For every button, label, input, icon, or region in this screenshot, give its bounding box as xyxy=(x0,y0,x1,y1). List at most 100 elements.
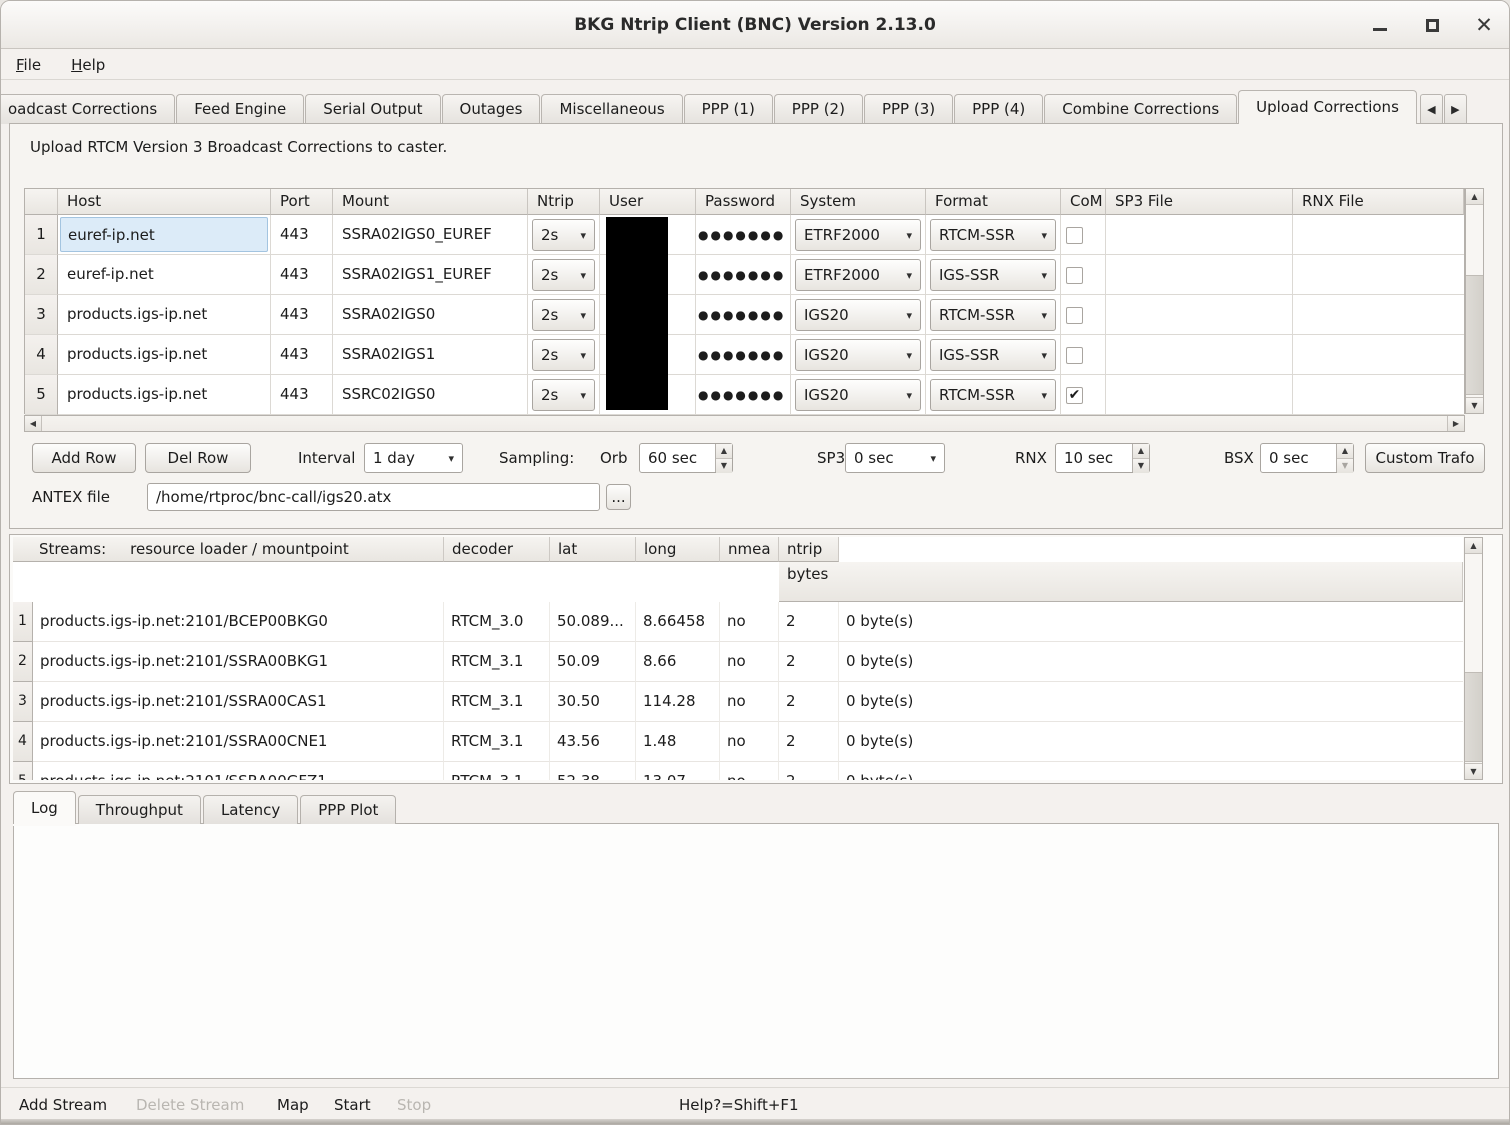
scrollbar-track[interactable] xyxy=(42,416,1447,431)
tab-ppp-4[interactable]: PPP (4) xyxy=(954,94,1043,124)
rnx-file-cell[interactable] xyxy=(1293,295,1464,335)
minimize-button[interactable] xyxy=(1369,14,1391,36)
sp3-file-cell[interactable] xyxy=(1106,215,1293,255)
stream-decoder[interactable]: RTCM_3.1 xyxy=(444,682,550,722)
port-cell[interactable]: 443 xyxy=(271,375,333,415)
tab-log[interactable]: Log xyxy=(13,791,76,824)
scrollbar-track[interactable] xyxy=(1466,205,1483,397)
ntrip-select[interactable]: 2s▾ xyxy=(528,335,600,375)
spin-down-icon[interactable]: ▼ xyxy=(1337,459,1353,473)
custom-trafo-button[interactable]: Custom Trafo xyxy=(1365,443,1485,473)
format-select[interactable]: RTCM-SSR▾ xyxy=(926,215,1061,255)
del-row-button[interactable]: Del Row xyxy=(145,443,251,473)
format-select[interactable]: IGS-SSR▾ xyxy=(926,255,1061,295)
scrollbar-track[interactable] xyxy=(1465,554,1482,763)
column-header-ntrip[interactable]: Ntrip xyxy=(528,189,600,215)
ntrip-select[interactable]: 2s▾ xyxy=(528,375,600,415)
stream-long[interactable]: 13.07 xyxy=(636,762,720,780)
stream-lat[interactable]: 50.09 xyxy=(550,642,636,682)
long-column-header[interactable]: long xyxy=(636,537,720,562)
menu-file[interactable]: File xyxy=(16,56,41,74)
com-checkbox[interactable] xyxy=(1066,267,1083,284)
map-button[interactable]: Map xyxy=(277,1088,309,1122)
column-header-sp3-file[interactable]: SP3 File xyxy=(1106,189,1293,215)
mount-cell[interactable]: SSRC02IGS0 xyxy=(333,375,528,415)
host-cell[interactable]: products.igs-ip.net xyxy=(58,335,271,375)
titlebar[interactable]: BKG Ntrip Client (BNC) Version 2.13.0 ✕ xyxy=(1,1,1509,49)
rnx-file-cell[interactable] xyxy=(1293,215,1464,255)
system-select[interactable]: IGS20▾ xyxy=(791,295,926,335)
system-select[interactable]: IGS20▾ xyxy=(791,335,926,375)
ntrip-select[interactable]: 2s▾ xyxy=(528,255,600,295)
row-header[interactable]: 4 xyxy=(25,335,58,375)
stream-ntrip[interactable]: 2 xyxy=(779,722,839,762)
sp3-file-cell[interactable] xyxy=(1106,375,1293,415)
tab-upload-corrections[interactable]: Upload Corrections xyxy=(1238,90,1417,124)
spin-down-icon[interactable]: ▼ xyxy=(716,459,732,473)
format-select[interactable]: IGS-SSR▾ xyxy=(926,335,1061,375)
stream-nmea[interactable]: no xyxy=(720,642,779,682)
stream-resource[interactable]: products.igs-ip.net:2101/SSRA00GFZ1 xyxy=(33,762,444,780)
add-row-button[interactable]: Add Row xyxy=(32,443,136,473)
system-select[interactable]: ETRF2000▾ xyxy=(791,215,926,255)
mount-cell[interactable]: SSRA02IGS1 xyxy=(333,335,528,375)
scroll-right-button[interactable]: ▶ xyxy=(1447,416,1464,431)
stream-resource[interactable]: products.igs-ip.net:2101/BCEP00BKG0 xyxy=(33,602,444,642)
scroll-up-button[interactable]: ▲ xyxy=(1466,189,1483,205)
stream-bytes[interactable]: 0 byte(s) xyxy=(839,762,1463,780)
stream-bytes[interactable]: 0 byte(s) xyxy=(839,602,1463,642)
log-output-area[interactable] xyxy=(13,823,1499,1079)
scroll-left-button[interactable]: ◀ xyxy=(25,416,42,431)
spin-up-icon[interactable]: ▲ xyxy=(1337,444,1353,459)
stream-resource[interactable]: products.igs-ip.net:2101/SSRA00CNE1 xyxy=(33,722,444,762)
start-button[interactable]: Start xyxy=(334,1088,371,1122)
column-header-com[interactable]: CoM xyxy=(1061,189,1106,215)
rnx-file-cell[interactable] xyxy=(1293,335,1464,375)
stream-lat[interactable]: 50.089... xyxy=(550,602,636,642)
row-header[interactable]: 5 xyxy=(13,762,33,780)
system-select[interactable]: ETRF2000▾ xyxy=(791,255,926,295)
column-header-format[interactable]: Format xyxy=(926,189,1061,215)
mount-cell[interactable]: SSRA02IGS0_EUREF xyxy=(333,215,528,255)
port-cell[interactable]: 443 xyxy=(271,215,333,255)
tab-scroll-left-button[interactable]: ◀ xyxy=(1420,94,1443,124)
stream-resource[interactable]: products.igs-ip.net:2101/SSRA00BKG1 xyxy=(33,642,444,682)
com-checkbox-checked[interactable]: ✔ xyxy=(1066,387,1083,404)
bsx-sampling-spinner[interactable]: 0 sec ▲▼ xyxy=(1260,443,1354,473)
tab-ppp-2[interactable]: PPP (2) xyxy=(774,94,863,124)
rnx-file-cell[interactable] xyxy=(1293,375,1464,415)
maximize-button[interactable] xyxy=(1421,14,1443,36)
tab-feed-engine[interactable]: Feed Engine xyxy=(176,94,304,124)
add-stream-button[interactable]: Add Stream xyxy=(19,1088,107,1122)
host-cell[interactable]: euref-ip.net xyxy=(58,255,271,295)
spin-up-icon[interactable]: ▲ xyxy=(716,444,732,459)
password-cell[interactable]: ●●●●●●● xyxy=(696,215,791,255)
column-header-user[interactable]: User xyxy=(600,189,696,215)
tab-serial-output[interactable]: Serial Output xyxy=(305,94,440,124)
spin-up-icon[interactable]: ▲ xyxy=(1133,444,1149,459)
stream-ntrip[interactable]: 2 xyxy=(779,762,839,780)
ntrip-select[interactable]: 2s▾ xyxy=(528,295,600,335)
stream-nmea[interactable]: no xyxy=(720,762,779,780)
stream-long[interactable]: 8.66 xyxy=(636,642,720,682)
stream-ntrip[interactable]: 2 xyxy=(779,642,839,682)
host-cell[interactable]: products.igs-ip.net xyxy=(58,375,271,415)
antex-file-input[interactable]: /home/rtproc/bnc-call/igs20.atx xyxy=(147,483,600,511)
password-cell[interactable]: ●●●●●●● xyxy=(696,375,791,415)
rnx-sampling-spinner[interactable]: 10 sec ▲▼ xyxy=(1055,443,1150,473)
stream-bytes[interactable]: 0 byte(s) xyxy=(839,722,1463,762)
com-checkbox[interactable] xyxy=(1066,307,1083,324)
tab-broadcast-corrections[interactable]: oadcast Corrections xyxy=(1,94,175,124)
stream-ntrip[interactable]: 2 xyxy=(779,602,839,642)
column-header-mount[interactable]: Mount xyxy=(333,189,528,215)
row-header[interactable]: 2 xyxy=(25,255,58,295)
stream-lat[interactable]: 52.38 xyxy=(550,762,636,780)
orb-sampling-spinner[interactable]: 60 sec ▲▼ xyxy=(639,443,733,473)
column-header-rnx-file[interactable]: RNX File xyxy=(1293,189,1464,215)
format-select[interactable]: RTCM-SSR▾ xyxy=(926,295,1061,335)
stream-decoder[interactable]: RTCM_3.0 xyxy=(444,602,550,642)
tab-ppp-plot[interactable]: PPP Plot xyxy=(300,795,396,824)
column-header-host[interactable]: Host xyxy=(58,189,271,215)
stream-bytes[interactable]: 0 byte(s) xyxy=(839,642,1463,682)
sp3-sampling-select[interactable]: 0 sec▾ xyxy=(845,443,945,473)
